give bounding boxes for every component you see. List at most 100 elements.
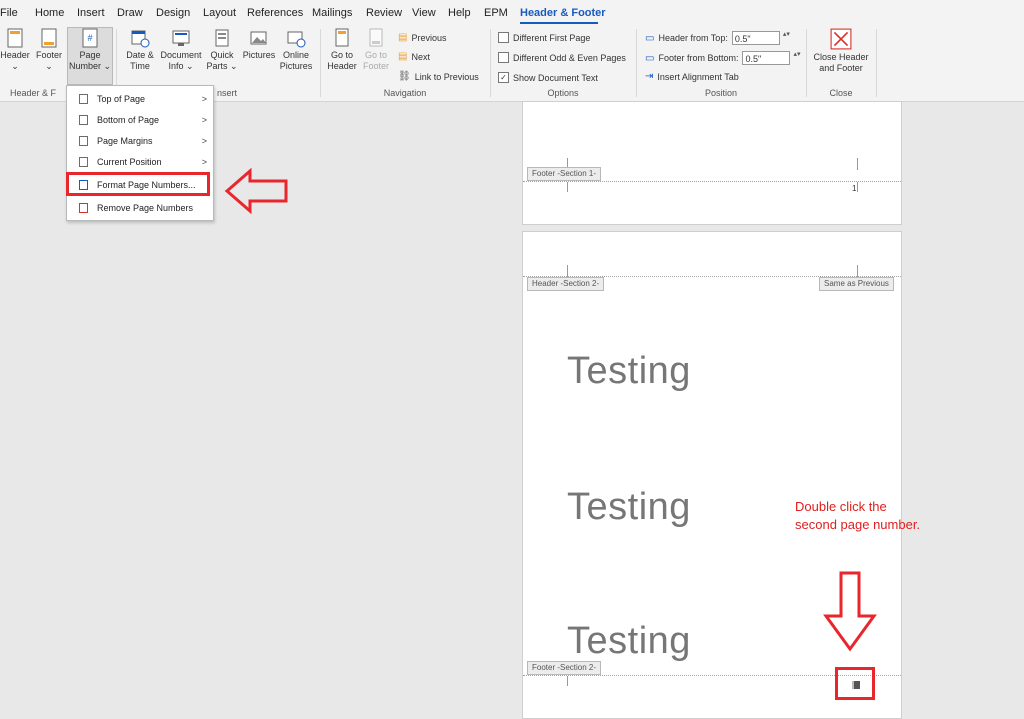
group-label-options: Options [547,88,579,98]
footer-button-label: Footer [35,50,62,60]
previous-button[interactable]: ▤ Previous [398,32,446,43]
header-from-top-row: ▭ Header from Top: 0.5" [645,31,793,45]
previous-label: Previous [411,32,447,43]
pictures-button[interactable]: Pictures [240,28,278,84]
tab-header-footer[interactable]: Header & Footer [520,7,606,19]
page-1-number[interactable]: 1 [852,184,856,193]
different-odd-even-option[interactable]: Different Odd & Even Pages [498,52,626,63]
instruction-note: Double click the second page number. [795,498,965,534]
down-pointing-arrow [823,571,877,652]
date-time-button[interactable]: Date & Time [122,28,158,84]
footer-position-icon: ▭ [645,52,655,64]
ribbon-tab-bar: File Home Insert Draw Design Layout Refe… [0,0,1024,26]
page-number-dropdown-menu: Top of Page > Bottom of Page > Page Marg… [66,85,214,221]
online-pictures-button[interactable]: Online Pictures [278,28,314,84]
menu-item-bottom-of-page[interactable]: Bottom of Page > [67,110,213,130]
footer-from-bottom-spinner[interactable]: 0.5" [742,51,803,65]
svg-text:#: # [87,33,92,43]
group-label-navigation: Navigation [383,88,427,98]
insert-alignment-tab-button[interactable]: ⇥ Insert Alignment Tab [645,71,739,82]
page-number-caret-label: Number ⌄ [68,61,112,71]
tab-view[interactable]: View [412,7,436,19]
alignment-tab-icon: ⇥ [645,71,654,82]
show-document-text-checkbox[interactable]: ✓ [498,72,509,83]
margin-tick [567,676,568,686]
tab-file[interactable]: File [0,7,18,19]
tab-review[interactable]: Review [366,7,402,19]
footer-button-caret: ⌄ [45,61,53,71]
show-document-text-label: Show Document Text [513,72,598,83]
page-margins-icon [79,136,88,146]
body-text-line[interactable]: Testing [567,620,691,663]
document-info-icon [172,30,190,46]
submenu-chevron-icon: > [201,136,207,146]
header-icon [7,28,23,48]
margin-tick [857,182,858,192]
document-info-label2: Info ⌄ [168,61,194,71]
menu-item-label: Page Margins [97,136,153,146]
different-first-page-label: Different First Page [513,32,591,43]
current-position-icon [79,157,88,167]
menu-item-label: Bottom of Page [97,115,160,125]
date-time-label1: Date & [126,50,154,60]
submenu-chevron-icon: > [201,157,207,167]
online-pictures-label2: Pictures [279,61,313,71]
tab-help[interactable]: Help [448,7,471,19]
different-first-page-option[interactable]: Different First Page [498,32,590,43]
tab-draw[interactable]: Draw [117,7,143,19]
tab-insert[interactable]: Insert [77,7,105,19]
body-text-line[interactable]: Testing [567,350,691,393]
header-from-top-label: Header from Top: [658,33,728,43]
quick-parts-button[interactable]: Quick Parts ⌄ [206,28,238,84]
document-info-button[interactable]: Document Info ⌄ [158,28,204,84]
go-to-footer-icon [369,28,383,47]
go-to-header-button[interactable]: Go to Header [326,28,358,84]
link-to-previous-button[interactable]: ⛓ Link to Previous [398,71,479,82]
page-number-icon: # [82,28,98,48]
margin-tick [567,182,568,192]
tab-design[interactable]: Design [156,7,190,19]
date-time-label2: Time [130,61,150,71]
tab-home[interactable]: Home [35,7,64,19]
link-to-previous-label: Link to Previous [414,71,479,82]
remove-page-numbers-icon [79,203,88,213]
body-text-line[interactable]: Testing [567,486,691,529]
next-button[interactable]: ▤ Next [398,51,430,62]
go-to-footer-button[interactable]: Go to Footer [360,28,392,84]
footer-icon [41,28,57,48]
menu-item-remove-page-numbers[interactable]: Remove Page Numbers [67,198,213,218]
link-icon: ⛓ [398,71,411,82]
page-number-button[interactable]: # Page Number ⌄ [67,27,113,85]
next-icon: ▤ [398,51,408,62]
group-separator [490,29,491,97]
tab-epm[interactable]: EPM [484,7,508,19]
different-first-page-checkbox[interactable] [498,32,509,43]
tab-layout[interactable]: Layout [203,7,236,19]
instruction-note-line2: second page number. [795,517,921,532]
menu-item-page-margins[interactable]: Page Margins > [67,131,213,151]
online-pictures-label1: Online [282,50,309,60]
tab-references[interactable]: References [247,7,303,19]
go-to-header-label2: Header [327,61,357,71]
close-x-icon [830,28,852,50]
submenu-chevron-icon: > [201,94,207,104]
menu-item-current-position[interactable]: Current Position > [67,152,213,172]
margin-tick [857,158,858,170]
close-header-footer-button[interactable]: Close Header and Footer [810,28,872,84]
menu-item-top-of-page[interactable]: Top of Page > [67,89,213,109]
same-as-previous-tag: Same as Previous [819,277,894,291]
footer-button[interactable]: Footer ⌄ [34,28,64,84]
header-button[interactable]: Header ⌄ [0,28,30,84]
close-label1: Close Header [813,52,869,62]
submenu-chevron-icon: > [201,115,207,125]
show-document-text-option[interactable]: ✓ Show Document Text [498,72,598,83]
group-label-close: Close [829,88,853,98]
group-separator [320,29,321,97]
page-number-highlight-box [835,667,875,700]
footer-boundary-line [523,181,901,182]
tab-mailings[interactable]: Mailings [312,7,352,19]
go-to-footer-label2: Footer [362,61,389,71]
go-to-header-icon [335,28,349,47]
different-odd-even-checkbox[interactable] [498,52,509,63]
header-from-top-spinner[interactable]: 0.5" [731,31,793,45]
